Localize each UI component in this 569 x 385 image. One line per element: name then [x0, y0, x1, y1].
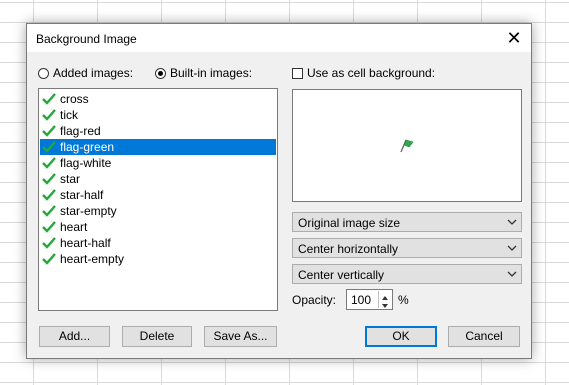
stepper-up-icon[interactable] [379, 291, 391, 300]
dialog-title: Background Image [36, 32, 137, 46]
stepper-buttons [378, 291, 391, 308]
checkbox-box [292, 67, 303, 79]
list-item[interactable]: flag-red [40, 123, 276, 139]
tick-icon [42, 109, 56, 121]
list-item[interactable]: cross [40, 91, 276, 107]
tick-icon [42, 253, 56, 265]
list-item-label: tick [60, 108, 78, 122]
list-item[interactable]: star-empty [40, 203, 276, 219]
tick-icon [42, 93, 56, 105]
list-item-label: flag-green [60, 140, 115, 154]
vertical-align-select[interactable]: Center vertically [292, 264, 522, 284]
list-item-label: cross [60, 92, 89, 106]
list-item-label: heart [60, 220, 88, 234]
use-as-cell-background-checkbox[interactable]: Use as cell background: [292, 66, 435, 80]
horizontal-align-select[interactable]: Center horizontally [292, 238, 522, 258]
list-item[interactable]: heart [40, 219, 276, 235]
ok-button[interactable]: OK [365, 326, 437, 347]
list-item-label: star-empty [60, 204, 117, 218]
tick-icon [42, 221, 56, 233]
image-size-value: Original image size [298, 216, 401, 230]
opacity-unit: % [398, 293, 409, 307]
list-item-label: heart-empty [60, 252, 125, 266]
list-item[interactable]: flag-white [40, 155, 276, 171]
list-item[interactable]: tick [40, 107, 276, 123]
vertical-align-value: Center vertically [298, 268, 385, 282]
list-item[interactable]: star-half [40, 187, 276, 203]
save-as-button[interactable]: Save As... [204, 326, 277, 347]
chevron-down-icon [507, 219, 517, 225]
tick-icon [42, 173, 56, 185]
use-as-cell-background-label: Use as cell background: [307, 66, 436, 80]
close-icon[interactable]: ✕ [503, 27, 525, 49]
opacity-stepper[interactable]: 100 [346, 289, 393, 310]
stepper-down-icon[interactable] [379, 299, 391, 308]
list-item-label: star [60, 172, 81, 186]
add-button[interactable]: Add... [39, 326, 110, 347]
list-item-label: flag-white [60, 156, 112, 170]
flag-green-icon [400, 139, 414, 153]
builtin-images-label: Built-in images: [170, 66, 253, 80]
chevron-down-icon [507, 245, 517, 251]
radio-circle [38, 67, 49, 79]
delete-button[interactable]: Delete [122, 326, 192, 347]
cancel-button[interactable]: Cancel [448, 326, 520, 347]
tick-icon [42, 205, 56, 217]
list-item[interactable]: heart-half [40, 235, 276, 251]
background-image-dialog: Background Image ✕ Added images: Built-i… [26, 23, 532, 359]
image-preview [292, 89, 522, 202]
added-images-label: Added images: [53, 66, 134, 80]
tick-icon [42, 141, 56, 153]
horizontal-align-value: Center horizontally [298, 242, 399, 256]
list-item[interactable]: heart-empty [40, 251, 276, 267]
list-item[interactable]: star [40, 171, 276, 187]
list-item-label: flag-red [60, 124, 101, 138]
tick-icon [42, 237, 56, 249]
opacity-value[interactable]: 100 [351, 293, 371, 307]
image-list[interactable]: cross tick flag-red flag-green flag-white sta… [38, 88, 278, 311]
list-item-label: heart-half [60, 236, 111, 250]
list-item[interactable]: flag-green [40, 139, 276, 155]
image-size-select[interactable]: Original image size [292, 212, 522, 232]
tick-icon [42, 189, 56, 201]
title-bar: Background Image ✕ [27, 24, 531, 52]
tick-icon [42, 125, 56, 137]
builtin-images-radio[interactable]: Built-in images: [155, 66, 252, 80]
radio-circle-selected [155, 67, 166, 79]
list-item-label: star-half [60, 188, 104, 202]
tick-icon [42, 157, 56, 169]
chevron-down-icon [507, 271, 517, 277]
opacity-label: Opacity: [292, 293, 337, 307]
added-images-radio[interactable]: Added images: [38, 66, 133, 80]
